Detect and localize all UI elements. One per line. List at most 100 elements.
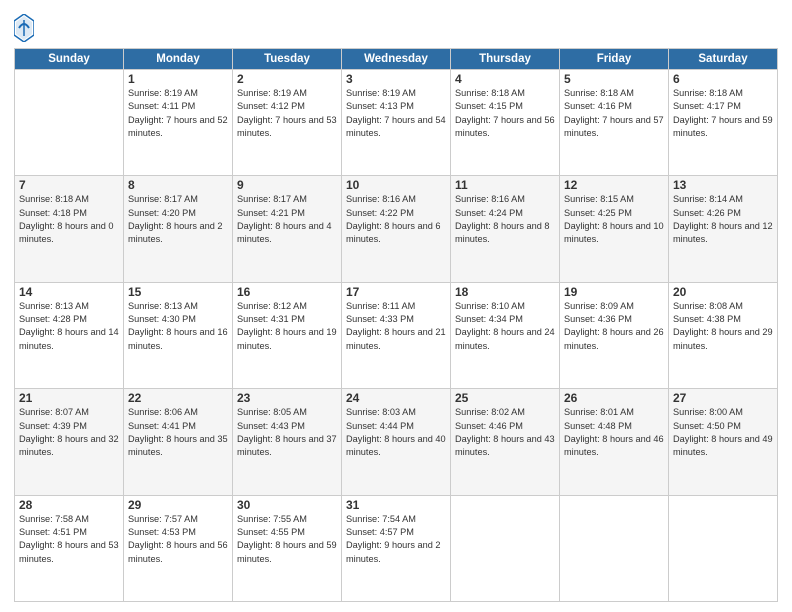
day-number: 28 bbox=[19, 498, 119, 512]
day-info: Sunrise: 8:18 AMSunset: 4:15 PMDaylight:… bbox=[455, 87, 555, 140]
day-number: 2 bbox=[237, 72, 337, 86]
week-row-2: 7Sunrise: 8:18 AMSunset: 4:18 PMDaylight… bbox=[15, 176, 778, 282]
day-number: 29 bbox=[128, 498, 228, 512]
day-info: Sunrise: 7:54 AMSunset: 4:57 PMDaylight:… bbox=[346, 513, 446, 566]
weekday-header-thursday: Thursday bbox=[451, 49, 560, 70]
day-info: Sunrise: 8:01 AMSunset: 4:48 PMDaylight:… bbox=[564, 406, 664, 459]
week-row-5: 28Sunrise: 7:58 AMSunset: 4:51 PMDayligh… bbox=[15, 495, 778, 601]
day-cell: 7Sunrise: 8:18 AMSunset: 4:18 PMDaylight… bbox=[15, 176, 124, 282]
day-info: Sunrise: 8:03 AMSunset: 4:44 PMDaylight:… bbox=[346, 406, 446, 459]
day-number: 4 bbox=[455, 72, 555, 86]
day-info: Sunrise: 8:02 AMSunset: 4:46 PMDaylight:… bbox=[455, 406, 555, 459]
day-number: 27 bbox=[673, 391, 773, 405]
day-cell: 29Sunrise: 7:57 AMSunset: 4:53 PMDayligh… bbox=[124, 495, 233, 601]
day-number: 26 bbox=[564, 391, 664, 405]
day-info: Sunrise: 8:06 AMSunset: 4:41 PMDaylight:… bbox=[128, 406, 228, 459]
day-number: 3 bbox=[346, 72, 446, 86]
weekday-header-sunday: Sunday bbox=[15, 49, 124, 70]
day-cell: 16Sunrise: 8:12 AMSunset: 4:31 PMDayligh… bbox=[233, 282, 342, 388]
day-info: Sunrise: 8:13 AMSunset: 4:30 PMDaylight:… bbox=[128, 300, 228, 353]
day-cell: 18Sunrise: 8:10 AMSunset: 4:34 PMDayligh… bbox=[451, 282, 560, 388]
day-number: 11 bbox=[455, 178, 555, 192]
day-number: 19 bbox=[564, 285, 664, 299]
weekday-header-tuesday: Tuesday bbox=[233, 49, 342, 70]
day-info: Sunrise: 8:18 AMSunset: 4:16 PMDaylight:… bbox=[564, 87, 664, 140]
day-info: Sunrise: 8:08 AMSunset: 4:38 PMDaylight:… bbox=[673, 300, 773, 353]
day-info: Sunrise: 8:09 AMSunset: 4:36 PMDaylight:… bbox=[564, 300, 664, 353]
day-info: Sunrise: 7:58 AMSunset: 4:51 PMDaylight:… bbox=[19, 513, 119, 566]
day-cell: 13Sunrise: 8:14 AMSunset: 4:26 PMDayligh… bbox=[669, 176, 778, 282]
day-info: Sunrise: 8:18 AMSunset: 4:18 PMDaylight:… bbox=[19, 193, 119, 246]
day-info: Sunrise: 8:14 AMSunset: 4:26 PMDaylight:… bbox=[673, 193, 773, 246]
day-cell: 21Sunrise: 8:07 AMSunset: 4:39 PMDayligh… bbox=[15, 389, 124, 495]
day-cell bbox=[669, 495, 778, 601]
day-cell: 12Sunrise: 8:15 AMSunset: 4:25 PMDayligh… bbox=[560, 176, 669, 282]
logo-icon bbox=[14, 14, 34, 42]
day-cell: 11Sunrise: 8:16 AMSunset: 4:24 PMDayligh… bbox=[451, 176, 560, 282]
day-info: Sunrise: 8:17 AMSunset: 4:21 PMDaylight:… bbox=[237, 193, 337, 246]
day-number: 12 bbox=[564, 178, 664, 192]
day-cell: 25Sunrise: 8:02 AMSunset: 4:46 PMDayligh… bbox=[451, 389, 560, 495]
weekday-header-wednesday: Wednesday bbox=[342, 49, 451, 70]
day-number: 31 bbox=[346, 498, 446, 512]
day-info: Sunrise: 8:18 AMSunset: 4:17 PMDaylight:… bbox=[673, 87, 773, 140]
day-cell: 1Sunrise: 8:19 AMSunset: 4:11 PMDaylight… bbox=[124, 70, 233, 176]
day-number: 10 bbox=[346, 178, 446, 192]
day-cell: 3Sunrise: 8:19 AMSunset: 4:13 PMDaylight… bbox=[342, 70, 451, 176]
day-info: Sunrise: 8:16 AMSunset: 4:24 PMDaylight:… bbox=[455, 193, 555, 246]
day-cell: 14Sunrise: 8:13 AMSunset: 4:28 PMDayligh… bbox=[15, 282, 124, 388]
day-number: 8 bbox=[128, 178, 228, 192]
day-info: Sunrise: 8:19 AMSunset: 4:11 PMDaylight:… bbox=[128, 87, 228, 140]
day-info: Sunrise: 8:19 AMSunset: 4:12 PMDaylight:… bbox=[237, 87, 337, 140]
day-info: Sunrise: 7:57 AMSunset: 4:53 PMDaylight:… bbox=[128, 513, 228, 566]
day-cell: 27Sunrise: 8:00 AMSunset: 4:50 PMDayligh… bbox=[669, 389, 778, 495]
day-number: 13 bbox=[673, 178, 773, 192]
day-number: 25 bbox=[455, 391, 555, 405]
logo bbox=[14, 14, 36, 42]
day-info: Sunrise: 8:00 AMSunset: 4:50 PMDaylight:… bbox=[673, 406, 773, 459]
weekday-header-monday: Monday bbox=[124, 49, 233, 70]
page: SundayMondayTuesdayWednesdayThursdayFrid… bbox=[0, 0, 792, 612]
day-info: Sunrise: 8:12 AMSunset: 4:31 PMDaylight:… bbox=[237, 300, 337, 353]
day-number: 23 bbox=[237, 391, 337, 405]
day-cell: 20Sunrise: 8:08 AMSunset: 4:38 PMDayligh… bbox=[669, 282, 778, 388]
day-number: 24 bbox=[346, 391, 446, 405]
day-info: Sunrise: 8:07 AMSunset: 4:39 PMDaylight:… bbox=[19, 406, 119, 459]
day-info: Sunrise: 8:11 AMSunset: 4:33 PMDaylight:… bbox=[346, 300, 446, 353]
day-info: Sunrise: 8:05 AMSunset: 4:43 PMDaylight:… bbox=[237, 406, 337, 459]
day-info: Sunrise: 8:10 AMSunset: 4:34 PMDaylight:… bbox=[455, 300, 555, 353]
weekday-header-saturday: Saturday bbox=[669, 49, 778, 70]
calendar: SundayMondayTuesdayWednesdayThursdayFrid… bbox=[14, 48, 778, 602]
day-info: Sunrise: 7:55 AMSunset: 4:55 PMDaylight:… bbox=[237, 513, 337, 566]
day-cell: 26Sunrise: 8:01 AMSunset: 4:48 PMDayligh… bbox=[560, 389, 669, 495]
day-cell: 6Sunrise: 8:18 AMSunset: 4:17 PMDaylight… bbox=[669, 70, 778, 176]
day-cell: 30Sunrise: 7:55 AMSunset: 4:55 PMDayligh… bbox=[233, 495, 342, 601]
day-cell: 8Sunrise: 8:17 AMSunset: 4:20 PMDaylight… bbox=[124, 176, 233, 282]
day-cell bbox=[15, 70, 124, 176]
day-number: 9 bbox=[237, 178, 337, 192]
day-cell: 2Sunrise: 8:19 AMSunset: 4:12 PMDaylight… bbox=[233, 70, 342, 176]
day-cell: 4Sunrise: 8:18 AMSunset: 4:15 PMDaylight… bbox=[451, 70, 560, 176]
day-info: Sunrise: 8:15 AMSunset: 4:25 PMDaylight:… bbox=[564, 193, 664, 246]
day-info: Sunrise: 8:19 AMSunset: 4:13 PMDaylight:… bbox=[346, 87, 446, 140]
weekday-header-row: SundayMondayTuesdayWednesdayThursdayFrid… bbox=[15, 49, 778, 70]
day-cell bbox=[560, 495, 669, 601]
day-number: 15 bbox=[128, 285, 228, 299]
day-cell: 17Sunrise: 8:11 AMSunset: 4:33 PMDayligh… bbox=[342, 282, 451, 388]
day-cell: 28Sunrise: 7:58 AMSunset: 4:51 PMDayligh… bbox=[15, 495, 124, 601]
weekday-header-friday: Friday bbox=[560, 49, 669, 70]
day-info: Sunrise: 8:13 AMSunset: 4:28 PMDaylight:… bbox=[19, 300, 119, 353]
day-cell: 22Sunrise: 8:06 AMSunset: 4:41 PMDayligh… bbox=[124, 389, 233, 495]
week-row-1: 1Sunrise: 8:19 AMSunset: 4:11 PMDaylight… bbox=[15, 70, 778, 176]
day-cell: 23Sunrise: 8:05 AMSunset: 4:43 PMDayligh… bbox=[233, 389, 342, 495]
day-number: 5 bbox=[564, 72, 664, 86]
day-number: 30 bbox=[237, 498, 337, 512]
week-row-4: 21Sunrise: 8:07 AMSunset: 4:39 PMDayligh… bbox=[15, 389, 778, 495]
day-cell: 19Sunrise: 8:09 AMSunset: 4:36 PMDayligh… bbox=[560, 282, 669, 388]
day-cell: 5Sunrise: 8:18 AMSunset: 4:16 PMDaylight… bbox=[560, 70, 669, 176]
day-cell: 24Sunrise: 8:03 AMSunset: 4:44 PMDayligh… bbox=[342, 389, 451, 495]
day-number: 16 bbox=[237, 285, 337, 299]
day-info: Sunrise: 8:16 AMSunset: 4:22 PMDaylight:… bbox=[346, 193, 446, 246]
day-number: 20 bbox=[673, 285, 773, 299]
week-row-3: 14Sunrise: 8:13 AMSunset: 4:28 PMDayligh… bbox=[15, 282, 778, 388]
